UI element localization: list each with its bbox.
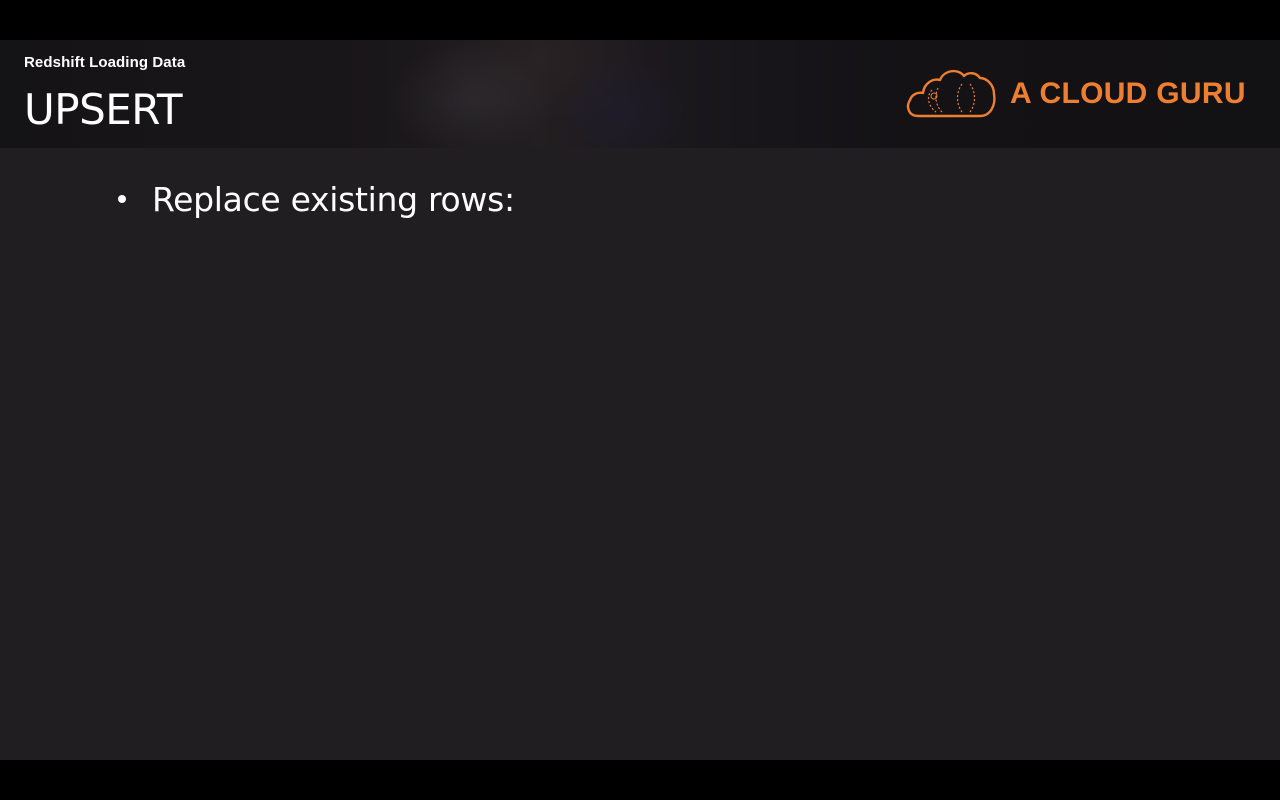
brand-logo: A CLOUD GURU (904, 66, 1246, 122)
slide: Redshift Loading Data UPSERT A CLOUD GUR… (0, 40, 1280, 760)
bullet-dot-icon (118, 195, 126, 203)
cloud-icon (906, 69, 996, 118)
brand-name: A CLOUD GURU (1010, 77, 1246, 110)
slide-title: UPSERT (24, 85, 183, 134)
bullet-item: Replace existing rows: (110, 174, 1170, 224)
letterbox-top (0, 0, 1280, 40)
slide-content: Replace existing rows: (110, 174, 1170, 224)
slide-subtitle: Redshift Loading Data (24, 54, 186, 71)
letterbox-bottom (0, 760, 1280, 800)
bullet-text: Replace existing rows: (152, 179, 515, 219)
